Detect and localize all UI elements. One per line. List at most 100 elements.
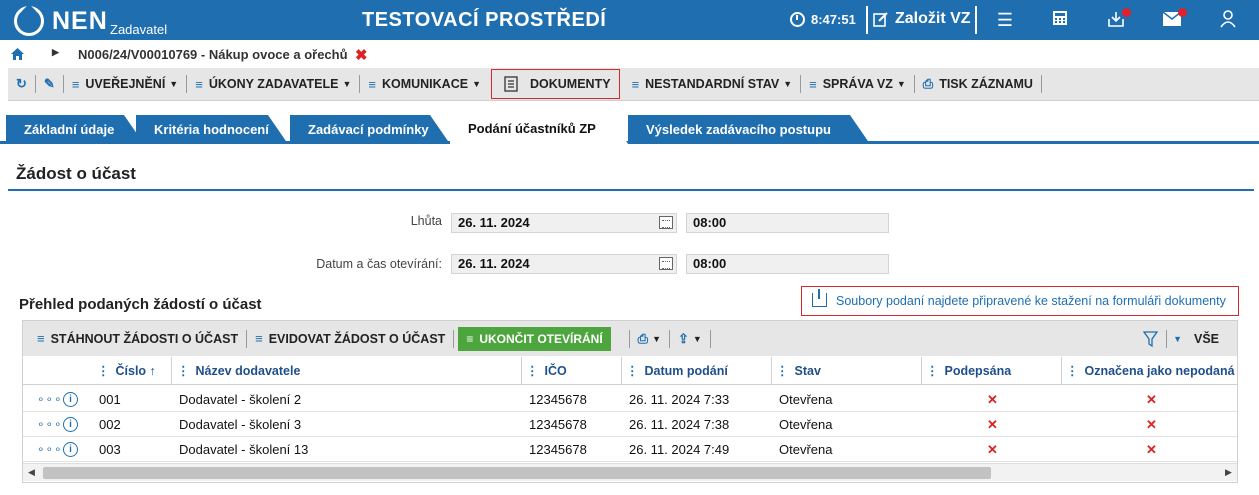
record-request-button[interactable]: ≡ EVIDOVAT ŽÁDOST O ÚČAST bbox=[247, 321, 453, 356]
column-menu-icon[interactable]: ⋮ bbox=[177, 364, 190, 378]
show-all-dropdown[interactable]: ▼ VŠE bbox=[1167, 321, 1237, 356]
breadcrumb: ▶ N006/24/V00010769 - Nákup ovoce a ořec… bbox=[0, 40, 1259, 68]
menu-icon[interactable]: ☰ bbox=[995, 10, 1015, 30]
cell-date: 26. 11. 2024 7:49 bbox=[629, 442, 730, 457]
cell-date: 26. 11. 2024 7:38 bbox=[629, 417, 730, 432]
caret-down-icon: ▼ bbox=[1173, 333, 1182, 344]
edit-icon bbox=[873, 12, 888, 27]
cell-ico: 12345678 bbox=[529, 417, 587, 432]
edit-button[interactable]: ✎ bbox=[36, 68, 63, 101]
deadline-date-field[interactable]: 26. 11. 2024 bbox=[451, 213, 677, 233]
calculator-icon[interactable] bbox=[1050, 10, 1070, 30]
more-options-icon[interactable]: ∘∘∘ bbox=[37, 412, 63, 437]
cell-state: Otevřena bbox=[779, 442, 833, 457]
overview-title: Přehled podaných žádostí o účast bbox=[19, 296, 262, 313]
info-icon[interactable]: i bbox=[63, 417, 78, 432]
scroll-left-icon[interactable]: ◀ bbox=[28, 467, 35, 478]
print-record-button[interactable]: ⎙ TISK ZÁZNAMU bbox=[915, 68, 1041, 101]
sort-asc-icon: ↑ bbox=[149, 364, 156, 378]
scroll-right-icon[interactable]: ▶ bbox=[1225, 467, 1232, 478]
filter-button[interactable] bbox=[1135, 321, 1166, 356]
home-icon[interactable] bbox=[11, 47, 24, 63]
menu-nonstandard-state-label: NESTANDARDNÍ STAV bbox=[645, 77, 780, 91]
opening-time-field[interactable]: 08:00 bbox=[686, 254, 889, 274]
documents-notice-link[interactable]: Soubory podaní najdete připravené ke sta… bbox=[801, 286, 1239, 316]
download-requests-button[interactable]: ≡ STÁHNOUT ŽÁDOSTI O ÚČAST bbox=[23, 321, 246, 356]
column-signed[interactable]: ⋮ Podepsána bbox=[926, 357, 1011, 385]
tab-tender-conditions[interactable]: Zadávací podmínky bbox=[290, 115, 450, 144]
column-menu-icon[interactable]: ⋮ bbox=[776, 364, 789, 378]
more-options-icon[interactable]: ∘∘∘ bbox=[37, 387, 63, 412]
tab-evaluation-criteria[interactable]: Kritéria hodnocení bbox=[136, 115, 288, 144]
menu-tender-admin[interactable]: ≡ SPRÁVA VZ ▼ bbox=[801, 68, 914, 101]
clock-time: 8:47:51 bbox=[811, 12, 856, 27]
table-row[interactable]: ∘∘∘ i 001 Dodavatel - školení 2 12345678… bbox=[23, 387, 1237, 412]
column-marked[interactable]: ⋮ Označena jako nepodaná bbox=[1066, 357, 1235, 385]
column-divider bbox=[771, 357, 772, 385]
column-supplier[interactable]: ⋮ Název dodavatele bbox=[177, 357, 300, 385]
opening-label: Datum a čas otevírání: bbox=[316, 257, 442, 271]
finish-opening-button[interactable]: ≡ UKONČIT OTEVÍRÁNÍ bbox=[458, 326, 611, 351]
column-ico-label: IČO bbox=[544, 364, 567, 378]
cell-supplier: Dodavatel - školení 3 bbox=[179, 417, 302, 432]
calendar-icon[interactable] bbox=[659, 216, 673, 229]
clock-icon bbox=[790, 12, 805, 27]
print-dropdown[interactable]: ⎙ ▼ bbox=[630, 321, 669, 356]
column-menu-icon[interactable]: ⋮ bbox=[1066, 364, 1079, 378]
documents-button[interactable]: DOKUMENTY bbox=[491, 69, 620, 99]
breadcrumb-path[interactable]: N006/24/V00010769 - Nákup ovoce a ořechů bbox=[78, 47, 348, 62]
divider bbox=[709, 329, 711, 348]
scrollbar-thumb[interactable] bbox=[43, 467, 991, 479]
close-icon[interactable]: ✖ bbox=[355, 46, 368, 64]
tab-participant-submissions[interactable]: Podání účastníků ZP bbox=[450, 113, 628, 144]
table-row[interactable]: ∘∘∘ i 002 Dodavatel - školení 3 12345678… bbox=[23, 412, 1237, 437]
table-row[interactable]: ∘∘∘ i 003 Dodavatel - školení 13 1234567… bbox=[23, 437, 1237, 462]
menu-communication[interactable]: ≡ KOMUNIKACE ▼ bbox=[360, 68, 489, 101]
column-menu-icon[interactable]: ⋮ bbox=[926, 364, 939, 378]
cross-icon: ✕ bbox=[987, 417, 998, 432]
cell-supplier: Dodavatel - školení 13 bbox=[179, 442, 309, 457]
caret-down-icon: ▼ bbox=[342, 79, 352, 89]
list-icon: ≡ bbox=[37, 331, 45, 346]
cell-supplier: Dodavatel - školení 2 bbox=[179, 392, 302, 407]
menu-communication-label: KOMUNIKACE bbox=[381, 77, 469, 91]
tab-label: Zadávací podmínky bbox=[308, 122, 429, 137]
column-state[interactable]: ⋮ Stav bbox=[776, 357, 821, 385]
opening-date-field[interactable]: 26. 11. 2024 bbox=[451, 254, 677, 274]
column-date[interactable]: ⋮ Datum podání bbox=[626, 357, 728, 385]
column-number[interactable]: ⋮ Číslo ↑ bbox=[97, 357, 156, 385]
column-menu-icon[interactable]: ⋮ bbox=[97, 364, 110, 378]
menu-nonstandard-state[interactable]: ≡ NESTANDARDNÍ STAV ▼ bbox=[624, 68, 801, 101]
menu-contracting-acts[interactable]: ≡ ÚKONY ZADAVATELE ▼ bbox=[187, 68, 359, 101]
more-options-icon[interactable]: ∘∘∘ bbox=[37, 437, 63, 462]
section-title: Žádost o účast bbox=[16, 164, 136, 183]
column-menu-icon[interactable]: ⋮ bbox=[626, 364, 639, 378]
notification-dot bbox=[1178, 8, 1187, 17]
submissions-grid: ≡ STÁHNOUT ŽÁDOSTI O ÚČAST ≡ EVIDOVAT ŽÁDO… bbox=[22, 320, 1238, 483]
info-icon[interactable]: i bbox=[63, 442, 78, 457]
horizontal-scrollbar[interactable]: ◀ ▶ bbox=[23, 463, 1237, 481]
column-ico[interactable]: ⋮ IČO bbox=[526, 357, 567, 385]
column-menu-icon[interactable]: ⋮ bbox=[526, 364, 539, 378]
top-bar: NEN Zadavatel TESTOVACÍ PROSTŘEDÍ 8:47:5… bbox=[0, 0, 1259, 40]
list-icon: ≡ bbox=[631, 76, 640, 92]
column-divider bbox=[521, 357, 522, 385]
export-dropdown[interactable]: ⇪ ▼ bbox=[670, 321, 710, 356]
info-icon[interactable]: i bbox=[63, 392, 78, 407]
main-toolbar: ↻ ✎ ≡ UVEŘEJNĚNÍ ▼ ≡ ÚKONY ZADAVATELE ▼ ≡ KOM… bbox=[8, 68, 1259, 101]
filter-icon bbox=[1143, 330, 1159, 347]
refresh-button[interactable]: ↻ bbox=[8, 68, 35, 101]
divider bbox=[1040, 75, 1042, 93]
cross-icon: ✕ bbox=[1146, 442, 1157, 457]
menu-publish[interactable]: ≡ UVEŘEJNĚNÍ ▼ bbox=[64, 68, 186, 101]
user-icon[interactable] bbox=[1218, 10, 1238, 30]
column-marked-label: Označena jako nepodaná bbox=[1084, 364, 1235, 378]
tab-basic-info[interactable]: Základní údaje bbox=[6, 115, 144, 144]
create-tender-button[interactable]: Založit VZ bbox=[873, 10, 971, 28]
deadline-time-field[interactable]: 08:00 bbox=[686, 213, 889, 233]
divider bbox=[866, 6, 868, 34]
tab-procedure-result[interactable]: Výsledek zadávacího postupu bbox=[628, 115, 870, 144]
create-tender-label: Založit VZ bbox=[895, 10, 971, 27]
calendar-icon[interactable] bbox=[659, 257, 673, 270]
logo[interactable]: NEN bbox=[14, 6, 108, 36]
